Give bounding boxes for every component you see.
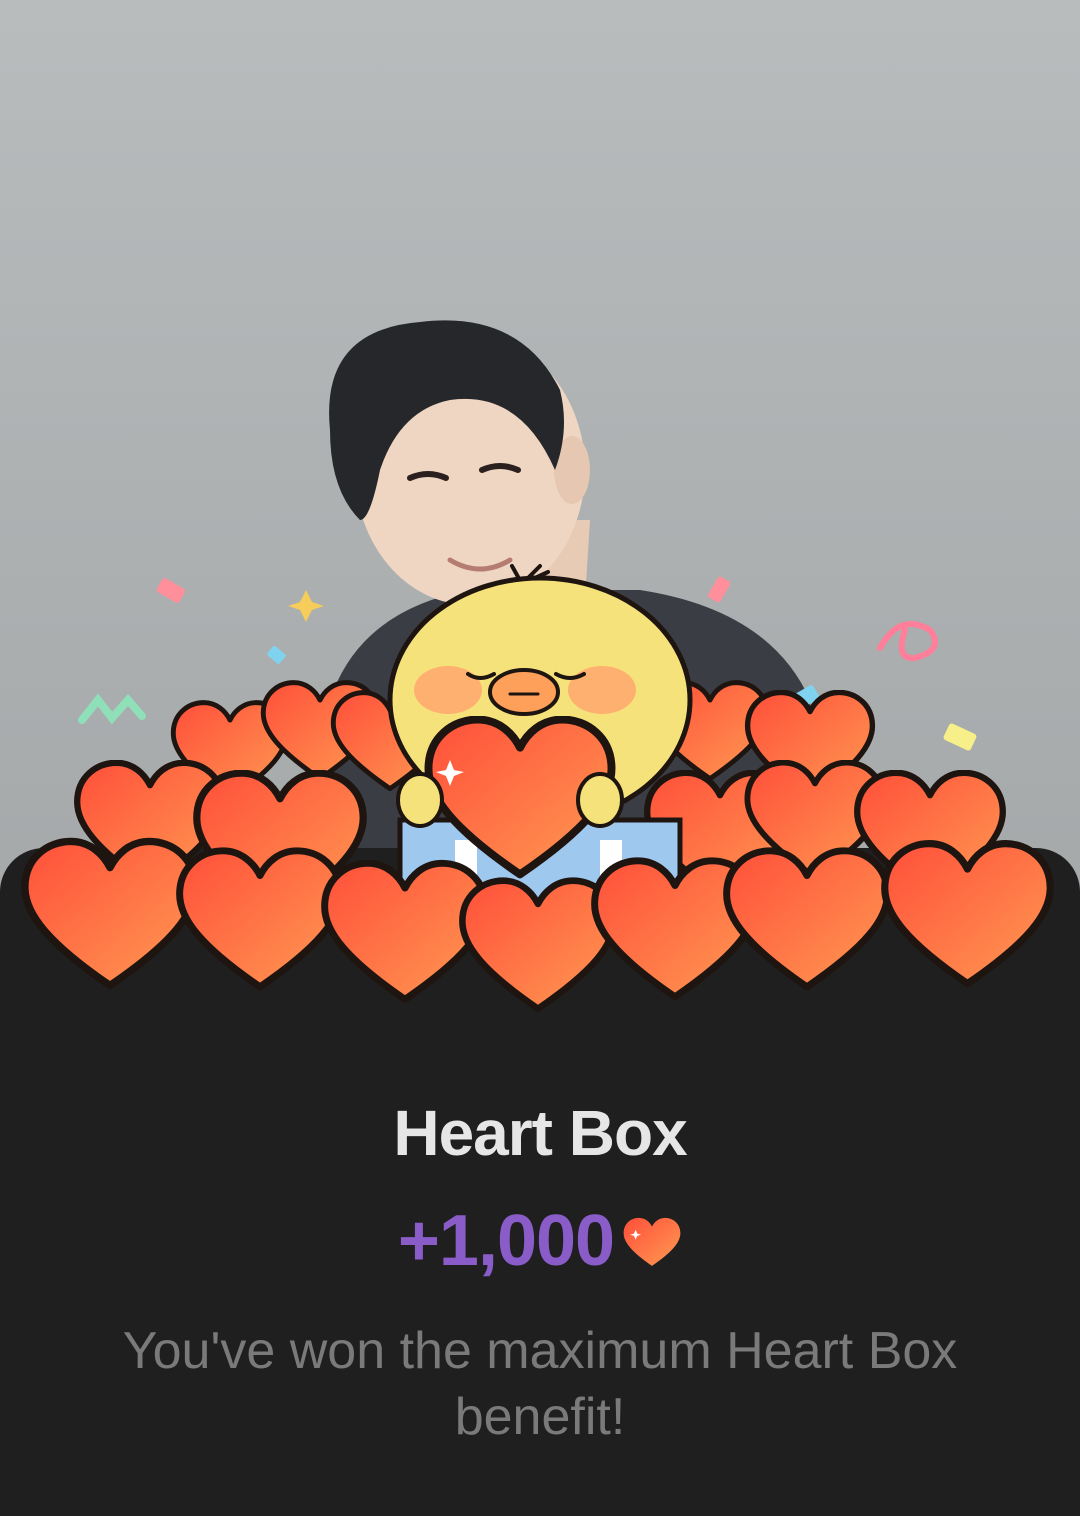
heart-icon <box>623 1217 681 1266</box>
reward-amount-row: +1,000 <box>0 1200 1080 1282</box>
heart-box-illustration <box>0 564 1080 1060</box>
reward-message: You've won the maximum Heart Box benefit… <box>122 1322 958 1446</box>
reward-amount: +1,000 <box>397 1201 615 1281</box>
reward-title: Heart Box <box>393 1097 687 1169</box>
